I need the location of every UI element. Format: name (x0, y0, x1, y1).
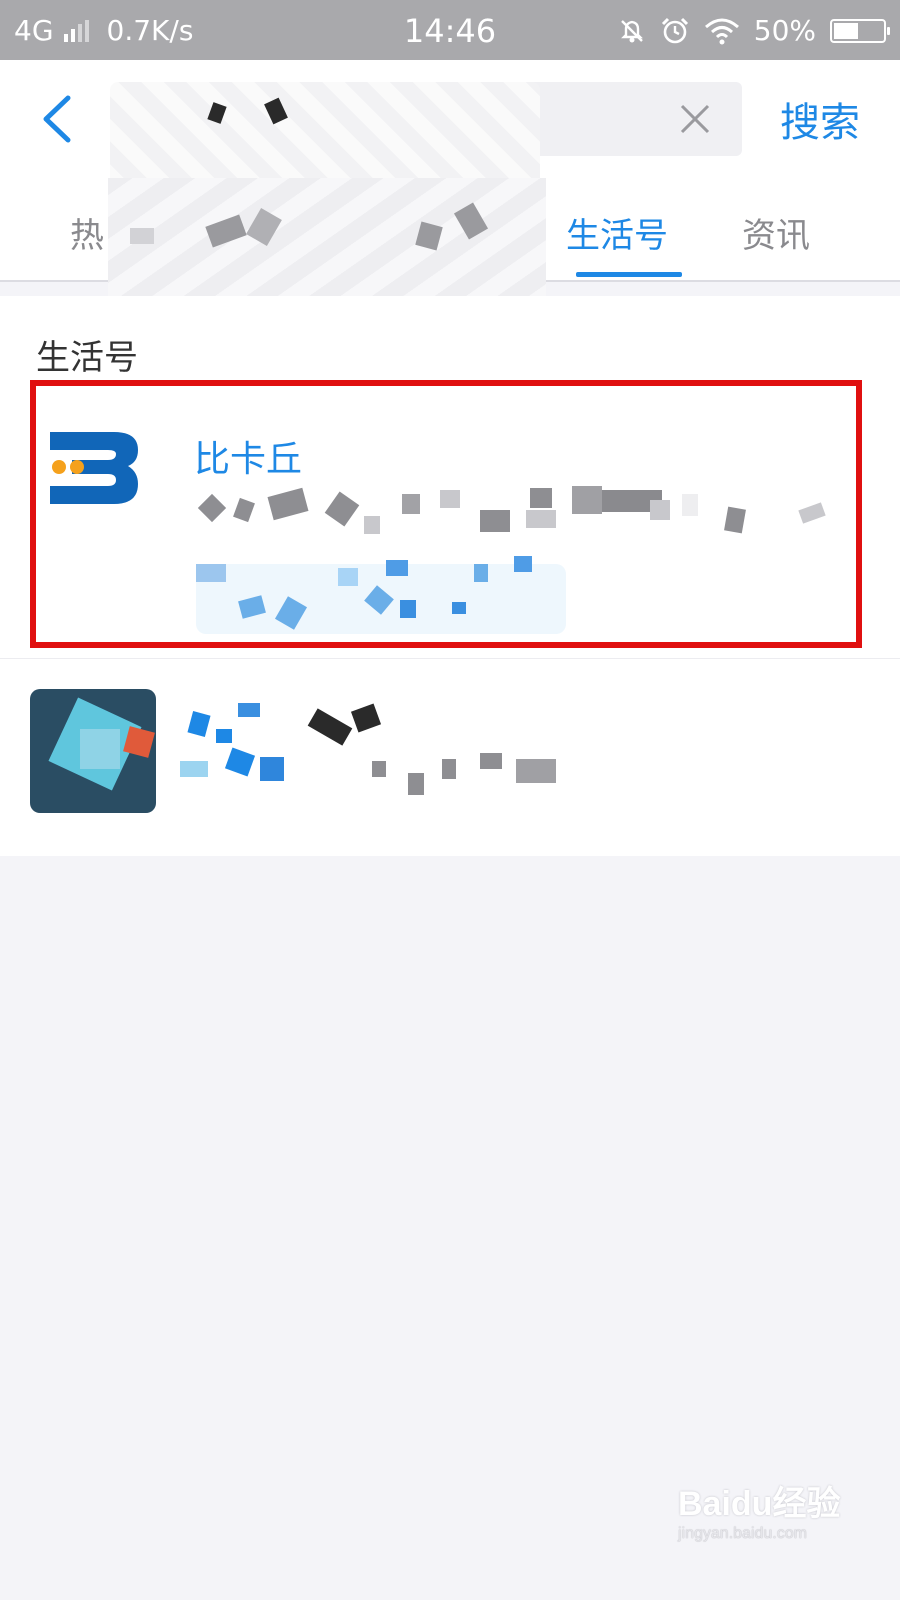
status-right: 50% (618, 14, 890, 47)
search-box[interactable] (110, 82, 742, 232)
status-bar: 4G 0.7K/s 14:46 50% (0, 0, 900, 60)
tab-life-account[interactable]: 生活号 (566, 208, 668, 257)
baidu-watermark: Baidu经验 jingyan.baidu.com (678, 1476, 848, 1556)
wifi-icon (704, 18, 739, 44)
result-item-2[interactable] (0, 658, 900, 859)
section-title: 生活号 (36, 338, 138, 378)
redacted-name (187, 703, 390, 746)
redacted-tabs (108, 178, 546, 306)
tab-hot[interactable]: 热 (70, 208, 104, 257)
alarm-icon (661, 17, 688, 43)
chevron-left-icon[interactable] (38, 94, 78, 144)
account-avatar (30, 689, 156, 813)
tab-news[interactable]: 资讯 (742, 208, 810, 257)
watermark-logo: Baidu经验 (678, 1485, 841, 1523)
redacted-description (180, 747, 560, 801)
results-panel: 生活号 比卡丘 (0, 296, 900, 856)
search-button[interactable]: 搜索 (780, 90, 860, 148)
active-tab-indicator (576, 272, 682, 277)
watermark-url: jingyan.baidu.com (678, 1525, 807, 1542)
highlight-box (30, 380, 862, 648)
battery-percent: 50% (753, 14, 816, 47)
close-icon[interactable] (678, 102, 712, 136)
bell-off-icon (620, 19, 643, 42)
search-header: 搜索 (0, 60, 900, 232)
battery-icon (830, 18, 890, 43)
